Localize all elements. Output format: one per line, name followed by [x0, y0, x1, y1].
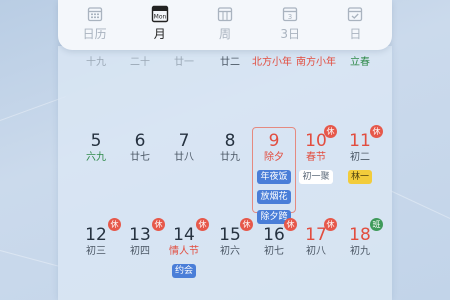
- day-number: 6: [134, 131, 146, 151]
- holiday-rest-badge: 休: [370, 125, 383, 138]
- lunar-label: 廿七: [130, 152, 150, 163]
- background-streak: [389, 190, 450, 221]
- tab-label: 日历: [82, 27, 107, 41]
- lunar-label: 廿二: [220, 57, 240, 68]
- tab-label: 3日: [280, 27, 300, 41]
- day-cell[interactable]: 17 初八 休: [296, 218, 337, 258]
- day-number: 5: [90, 131, 102, 151]
- event-chip[interactable]: 林一: [347, 170, 372, 184]
- tab-month[interactable]: Mon 月: [130, 4, 190, 41]
- lunar-label: 初九: [350, 246, 370, 257]
- tab-day[interactable]: 日: [325, 4, 385, 41]
- lunar-label: 初六: [220, 246, 240, 257]
- lunar-label: 初八: [306, 246, 326, 257]
- lunar-label: 初二: [350, 152, 370, 163]
- festival-label: 南方小年: [296, 57, 336, 68]
- event-chip[interactable]: 初一聚: [299, 170, 333, 184]
- lunar-label: 初四: [130, 246, 150, 257]
- tab-week[interactable]: 周: [195, 4, 255, 41]
- day-cell[interactable]: 18 初九 班: [340, 218, 383, 258]
- event-chip[interactable]: 约会: [171, 264, 196, 278]
- day-cell[interactable]: 12 初三 休: [76, 218, 121, 258]
- workday-badge: 班: [370, 218, 383, 231]
- festival-label: 除夕: [264, 152, 284, 163]
- holiday-rest-badge: 休: [196, 218, 209, 231]
- lunar-label: 廿八: [174, 152, 194, 163]
- day-cell[interactable]: 8 廿九: [210, 131, 250, 164]
- festival-label: 春节: [306, 152, 326, 163]
- lunar-label: 六九: [86, 152, 106, 163]
- day-check-icon: [345, 4, 365, 24]
- day-cell[interactable]: 6 廿七: [120, 131, 160, 164]
- day-number: 9: [268, 131, 280, 151]
- day-cell[interactable]: 南方小年: [296, 56, 336, 69]
- tab-calendar[interactable]: 日历: [65, 4, 125, 41]
- solar-term-label: 立春: [350, 57, 370, 68]
- festival-label: 情人节: [169, 246, 199, 257]
- day-cell[interactable]: 16 初七 休: [254, 218, 297, 258]
- lunar-label: 初七: [264, 246, 284, 257]
- background-streak: [0, 250, 59, 267]
- festival-label: 北方小年: [252, 57, 292, 68]
- tab-label: 周: [218, 27, 231, 41]
- day-cell[interactable]: 10 春节 初一聚 休: [296, 125, 337, 184]
- tab-three-day[interactable]: 3 3日: [260, 4, 320, 41]
- lunar-label: 廿九: [220, 152, 240, 163]
- day-cell[interactable]: 7 廿八: [164, 131, 204, 164]
- day-cell-today[interactable]: 9 除夕 年夜饭 放烟花 除夕跨: [254, 131, 294, 224]
- day-cell[interactable]: 11 初二 林一 休: [340, 125, 383, 184]
- holiday-rest-badge: 休: [324, 125, 337, 138]
- day-cell[interactable]: 廿一: [164, 56, 204, 69]
- day-number: 8: [224, 131, 236, 151]
- tab-label: 月: [153, 27, 166, 41]
- holiday-rest-badge: 休: [324, 218, 337, 231]
- month-icon-text: Mon: [153, 14, 166, 21]
- week-icon: [215, 4, 235, 24]
- day-cell[interactable]: 二十: [120, 56, 160, 69]
- day-cell[interactable]: 5 六九: [76, 131, 116, 164]
- day-cell[interactable]: 廿二: [210, 56, 250, 69]
- day-cell[interactable]: 北方小年: [252, 56, 292, 69]
- holiday-rest-badge: 休: [240, 218, 253, 231]
- tab-label: 日: [349, 27, 362, 41]
- view-switcher-bar: 日历 Mon 月 周 3 3日 日: [58, 0, 392, 50]
- day-cell[interactable]: 13 初四 休: [120, 218, 165, 258]
- day-cell[interactable]: 十九: [76, 56, 116, 69]
- three-day-icon-text: 3: [288, 13, 292, 21]
- event-chip[interactable]: 年夜饭: [257, 170, 291, 184]
- lunar-label: 十九: [86, 57, 106, 68]
- calendar-grid-icon: [85, 4, 105, 24]
- lunar-label: 初三: [86, 246, 106, 257]
- lunar-label: 二十: [130, 57, 150, 68]
- day-cell[interactable]: 14 情人节 约会 休: [164, 218, 209, 278]
- lunar-label: 廿一: [174, 57, 194, 68]
- background-streak: [0, 96, 66, 121]
- day-number: 7: [178, 131, 190, 151]
- month-icon: Mon: [150, 4, 170, 24]
- three-day-icon: 3: [280, 4, 300, 24]
- day-cell[interactable]: 立春: [340, 56, 380, 69]
- day-cell[interactable]: 15 初六 休: [210, 218, 253, 258]
- event-chip[interactable]: 放烟花: [257, 190, 291, 204]
